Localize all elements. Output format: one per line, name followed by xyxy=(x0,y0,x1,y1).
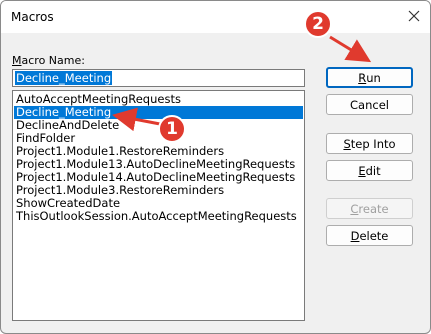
run-button[interactable]: Run xyxy=(326,67,413,88)
window-title: Macros xyxy=(11,10,54,24)
edit-button[interactable]: Edit xyxy=(326,160,413,181)
macros-dialog: Macros Macro Name: Decline_Meeting AutoA… xyxy=(0,0,431,334)
title-bar: Macros xyxy=(1,1,430,33)
annotation-badge-2: 2 xyxy=(304,10,332,38)
create-button: Create xyxy=(326,198,413,219)
close-icon xyxy=(408,10,420,22)
step-into-button[interactable]: Step Into xyxy=(326,133,413,154)
close-button[interactable] xyxy=(402,5,426,27)
macro-name-label: Macro Name: xyxy=(12,54,85,67)
annotation-badge-1: 1 xyxy=(158,115,186,143)
list-item[interactable]: ThisOutlookSession.AutoAcceptMeetingRequ… xyxy=(14,210,303,223)
macro-name-value: Decline_Meeting xyxy=(15,71,113,85)
macro-name-input[interactable]: Decline_Meeting xyxy=(12,69,305,87)
delete-button[interactable]: Delete xyxy=(326,225,413,246)
cancel-button[interactable]: Cancel xyxy=(326,94,413,115)
